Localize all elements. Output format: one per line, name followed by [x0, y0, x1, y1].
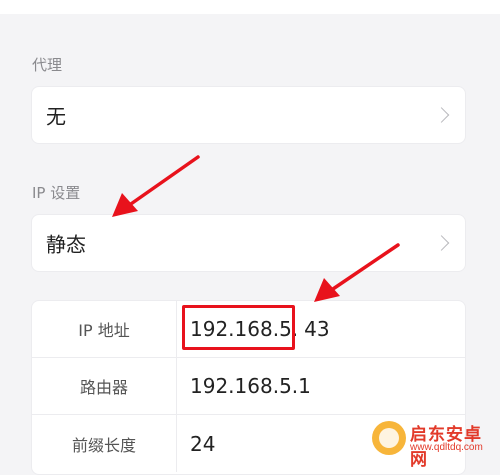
proxy-section-label: 代理: [32, 56, 63, 74]
ip-settings-section-label: IP 设置: [32, 184, 81, 202]
top-strip: [0, 0, 500, 14]
watermark-logo-icon: [372, 421, 406, 455]
watermark-url: www.qdltdq.com: [410, 442, 483, 453]
ip-address-label: IP 地址: [78, 321, 130, 340]
column-divider: [176, 415, 177, 472]
chevron-right-icon: [433, 107, 450, 123]
arrow-icon: [112, 155, 200, 217]
column-divider: [176, 358, 177, 414]
prefix-length-field[interactable]: 24: [190, 432, 215, 456]
table-row-router[interactable]: 路由器 192.168.5.1: [32, 358, 465, 415]
site-watermark: 启东安卓网 www.qdltdq.com: [370, 418, 498, 470]
ip-address-suffix: 43: [304, 317, 330, 341]
ip-settings-value: 静态: [46, 232, 86, 257]
ip-settings-selector[interactable]: 静态: [31, 214, 466, 272]
router-label: 路由器: [79, 378, 128, 397]
proxy-value: 无: [46, 104, 66, 129]
proxy-selector[interactable]: 无: [31, 86, 466, 144]
chevron-right-icon: [433, 235, 450, 251]
prefix-length-label: 前缀长度: [71, 435, 136, 455]
router-field[interactable]: 192.168.5.1: [190, 374, 311, 398]
annotation-highlight-box: [182, 305, 295, 350]
column-divider: [176, 301, 177, 357]
